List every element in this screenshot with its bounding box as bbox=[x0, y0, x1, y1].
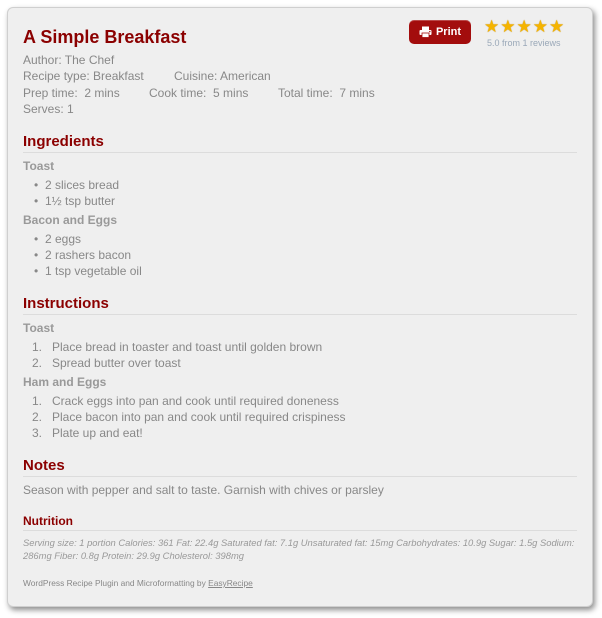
star-icon[interactable]: ★ bbox=[517, 18, 532, 36]
bullet: • bbox=[34, 264, 39, 278]
recipe-card: A Simple Breakfast Print ★ ★ ★ ★ ★ 5.0 f… bbox=[7, 7, 593, 607]
serves: Serves: 1 bbox=[23, 102, 74, 116]
divider bbox=[23, 530, 577, 531]
bullet: • bbox=[34, 178, 39, 192]
notes-text: Season with pepper and salt to taste. Ga… bbox=[23, 483, 384, 497]
ingredients-heading: Ingredients bbox=[23, 133, 104, 150]
divider bbox=[23, 152, 577, 153]
print-label: Print bbox=[435, 26, 462, 38]
plugin-credit: WordPress Recipe Plugin and Microformatt… bbox=[23, 578, 253, 588]
recipe-title: A Simple Breakfast bbox=[23, 27, 187, 47]
step-number: 2. bbox=[31, 410, 42, 424]
ingredient-item: 2 slices bread bbox=[45, 178, 120, 192]
print-button[interactable]: Print bbox=[409, 20, 471, 44]
ingredient-group-title: Bacon and Eggs bbox=[23, 213, 118, 227]
bullet: • bbox=[34, 232, 39, 246]
nutrition-heading: Nutrition bbox=[23, 514, 73, 528]
step-number: 2. bbox=[31, 356, 42, 370]
step-number: 1. bbox=[31, 394, 42, 408]
notes-heading: Notes bbox=[23, 457, 65, 474]
ingredient-item: 1 tsp vegetable oil bbox=[45, 264, 142, 278]
instruction-group-title: Ham and Eggs bbox=[23, 375, 107, 389]
rating-summary: 5.0 from 1 reviews bbox=[487, 38, 561, 48]
star-icon[interactable]: ★ bbox=[500, 18, 515, 36]
ingredient-item: 2 eggs bbox=[45, 232, 82, 246]
total-time: Total time: 7 mins bbox=[278, 86, 375, 100]
printer-icon bbox=[419, 26, 432, 38]
cook-time: Cook time: 5 mins bbox=[149, 86, 249, 100]
cuisine: Cuisine: American bbox=[174, 69, 271, 83]
step-number: 3. bbox=[31, 426, 42, 440]
recipe-type: Recipe type: Breakfast bbox=[23, 69, 144, 83]
nutrition-facts: Serving size: 1 portion Calories: 361 Fa… bbox=[23, 537, 575, 561]
instruction-step: Spread butter over toast bbox=[52, 356, 181, 370]
divider bbox=[23, 476, 577, 477]
footer-text: WordPress Recipe Plugin and Microformatt… bbox=[23, 578, 209, 588]
star-icon[interactable]: ★ bbox=[533, 18, 548, 36]
ingredient-group-title: Toast bbox=[23, 159, 55, 173]
bullet: • bbox=[34, 194, 39, 208]
instruction-step: Crack eggs into pan and cook until requi… bbox=[52, 394, 339, 408]
instruction-step: Place bread in toaster and toast until g… bbox=[52, 340, 323, 354]
ingredient-item: 1½ tsp butter bbox=[45, 194, 116, 208]
easyrecipe-link[interactable]: EasyRecipe bbox=[208, 578, 253, 588]
star-icon[interactable]: ★ bbox=[484, 18, 499, 36]
instructions-heading: Instructions bbox=[23, 295, 109, 312]
instruction-step: Plate up and eat! bbox=[52, 426, 143, 440]
instruction-step: Place bacon into pan and cook until requ… bbox=[52, 410, 346, 424]
instruction-group-title: Toast bbox=[23, 321, 55, 335]
bullet: • bbox=[34, 248, 39, 262]
star-icon[interactable]: ★ bbox=[549, 18, 564, 36]
rating-stars[interactable]: ★ ★ ★ ★ ★ bbox=[484, 18, 564, 36]
divider bbox=[23, 314, 577, 315]
author: Author: The Chef bbox=[23, 53, 115, 67]
ingredient-item: 2 rashers bacon bbox=[45, 248, 132, 262]
prep-time: Prep time: 2 mins bbox=[23, 86, 120, 100]
step-number: 1. bbox=[31, 340, 42, 354]
